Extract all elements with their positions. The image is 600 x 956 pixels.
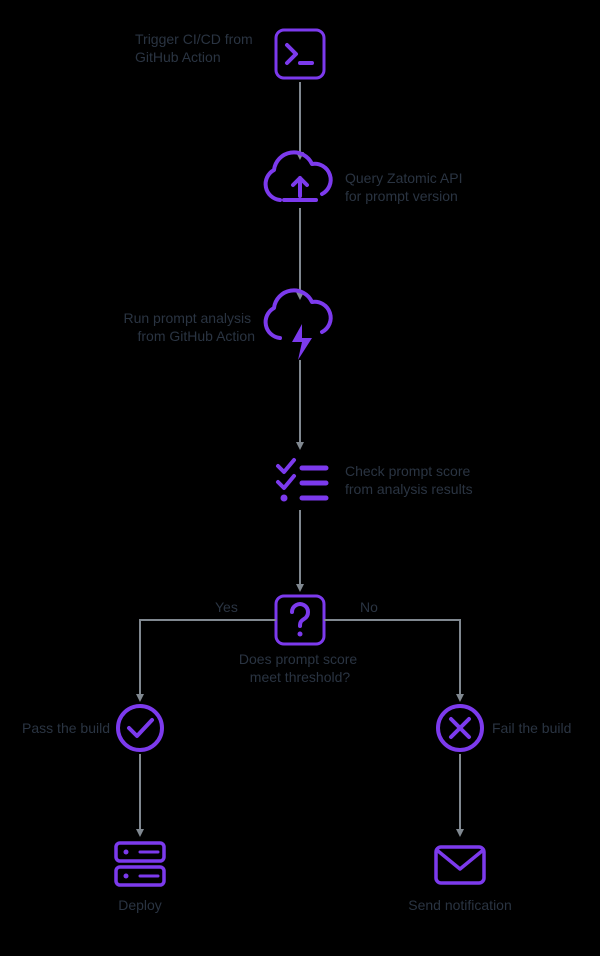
- node-label: Run prompt analysis from GitHub Action: [123, 310, 255, 344]
- node-label: Send notification: [408, 897, 512, 913]
- node-fail: Fail the build: [438, 706, 571, 750]
- node-pass: Pass the build: [22, 706, 162, 750]
- cloud-lightning-icon: [266, 290, 331, 360]
- node-deploy: Deploy: [116, 843, 164, 913]
- mail-icon: [436, 847, 484, 883]
- node-label: Check prompt score from analysis results: [345, 463, 474, 497]
- server-icon: [116, 843, 164, 885]
- checklist-icon: [278, 460, 326, 502]
- node-label: Pass the build: [22, 720, 110, 736]
- branch-label-yes: Yes: [215, 599, 238, 615]
- node-trigger: Trigger CI/CD from GitHub Action: [135, 30, 324, 78]
- cloud-upload-icon: [266, 152, 331, 200]
- node-query: Query Zatomic API for prompt version: [266, 152, 467, 204]
- node-label: Does prompt score meet threshold?: [239, 651, 361, 685]
- node-check: Check prompt score from analysis results: [278, 460, 474, 502]
- terminal-icon: [287, 45, 312, 63]
- node-label: Query Zatomic API for prompt version: [345, 170, 466, 204]
- branch-label-no: No: [360, 599, 378, 615]
- x-circle-icon: [438, 706, 482, 750]
- node-label: Fail the build: [492, 720, 571, 736]
- node-decision: Does prompt score meet threshold?: [239, 596, 361, 685]
- node-label: Trigger CI/CD from GitHub Action: [135, 31, 257, 65]
- check-circle-icon: [118, 706, 162, 750]
- node-analysis: Run prompt analysis from GitHub Action: [123, 290, 330, 360]
- node-notify: Send notification: [408, 847, 512, 913]
- node-label: Deploy: [118, 897, 162, 913]
- question-icon: [292, 604, 308, 636]
